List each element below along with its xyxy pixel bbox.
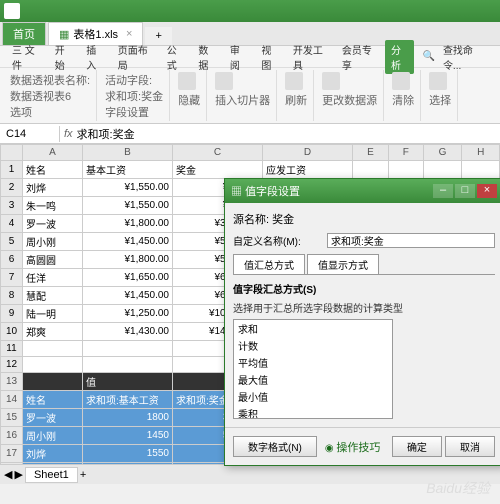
maximize-icon[interactable]: □ bbox=[455, 184, 475, 198]
watermark: Baidu经验 bbox=[426, 478, 490, 498]
ribbon-group-clear[interactable]: 清除 bbox=[386, 70, 421, 121]
ribbon-start[interactable]: 开始 bbox=[49, 40, 79, 74]
section-label: 值字段汇总方式(S) bbox=[233, 281, 495, 296]
ribbon-layout[interactable]: 页面布局 bbox=[112, 40, 159, 74]
formula-bar: C14 fx 求和项:奖金 bbox=[0, 124, 500, 144]
ribbon-group-pivotname: 数据透视表名称: 数据透视表6 选项 bbox=[4, 70, 97, 121]
sheet-add[interactable]: + bbox=[80, 469, 86, 481]
sheet-nav[interactable]: ▶ bbox=[14, 468, 22, 481]
sheet-tabs: ◀ ▶ Sheet1 + bbox=[0, 464, 500, 484]
source-name-label: 源名称: 奖金 bbox=[233, 211, 294, 227]
ribbon-group-datasource[interactable]: 更改数据源 bbox=[316, 70, 384, 121]
column-headers: ABCDEFGH bbox=[1, 145, 500, 161]
cancel-button[interactable]: 取消 bbox=[445, 436, 495, 457]
ribbon-file[interactable]: 三 文件 bbox=[6, 40, 47, 74]
ribbon-group-refresh[interactable]: 刷新 bbox=[279, 70, 314, 121]
app-logo bbox=[4, 3, 20, 19]
ribbon-group-hide[interactable]: 隐藏 bbox=[172, 70, 207, 121]
dialog-titlebar[interactable]: ▦ 值字段设置 – □ × bbox=[225, 179, 500, 203]
value-field-settings-dialog: ▦ 值字段设置 – □ × 源名称: 奖金 自定义名称(M): 值汇总方式 值显… bbox=[224, 178, 500, 466]
fx-icon[interactable]: fx bbox=[64, 128, 73, 140]
custom-name-label: 自定义名称(M): bbox=[233, 233, 323, 248]
name-box[interactable]: C14 bbox=[0, 126, 60, 142]
ribbon-group-activefield: 活动字段: 求和项:奖金 字段设置 bbox=[99, 70, 170, 121]
ribbon-dev[interactable]: 开发工具 bbox=[287, 40, 334, 74]
list-item[interactable]: 计数 bbox=[234, 337, 392, 354]
list-item[interactable]: 平均值 bbox=[234, 354, 392, 371]
ribbon-toolbar: 数据透视表名称: 数据透视表6 选项 活动字段: 求和项:奖金 字段设置 隐藏 … bbox=[0, 68, 500, 124]
sheet-tab[interactable]: Sheet1 bbox=[25, 467, 78, 483]
list-item[interactable]: 最小值 bbox=[234, 388, 392, 405]
ribbon-view[interactable]: 视图 bbox=[255, 40, 285, 74]
minimize-icon[interactable]: – bbox=[433, 184, 453, 198]
list-item[interactable]: 求和 bbox=[234, 320, 392, 337]
hint-text: 选择用于汇总所选字段数据的计算类型 bbox=[233, 300, 495, 315]
sheet-nav[interactable]: ◀ bbox=[4, 468, 12, 481]
window-titlebar bbox=[0, 0, 500, 22]
ribbon-group-slicer[interactable]: 插入切片器 bbox=[209, 70, 277, 121]
ribbon-formula[interactable]: 公式 bbox=[161, 40, 191, 74]
close-icon[interactable]: × bbox=[477, 184, 497, 198]
field-settings-button[interactable]: 字段设置 bbox=[105, 104, 163, 120]
close-icon[interactable]: × bbox=[126, 28, 132, 40]
ribbon-data[interactable]: 数据 bbox=[192, 40, 222, 74]
custom-name-input[interactable] bbox=[327, 233, 495, 248]
ribbon-tabs: 三 文件 开始 插入 页面布局 公式 数据 审阅 视图 开发工具 会员专享 分析… bbox=[0, 46, 500, 68]
ribbon-group-select[interactable]: 选择 bbox=[423, 70, 458, 121]
list-item[interactable]: 最大值 bbox=[234, 371, 392, 388]
ribbon-review[interactable]: 审阅 bbox=[224, 40, 254, 74]
formula-input[interactable]: 求和项:奖金 bbox=[77, 126, 135, 142]
tips-link[interactable]: ◉ 操作技巧 bbox=[325, 439, 381, 455]
calc-type-list[interactable]: 求和 计数 平均值 最大值 最小值 乘积 bbox=[233, 319, 393, 419]
tab-display-method[interactable]: 值显示方式 bbox=[307, 254, 379, 274]
dialog-icon: ▦ bbox=[231, 186, 242, 198]
ribbon-insert[interactable]: 插入 bbox=[80, 40, 110, 74]
ribbon-member[interactable]: 会员专享 bbox=[336, 40, 383, 74]
options-button[interactable]: 选项 bbox=[10, 104, 90, 120]
tab-summary-method[interactable]: 值汇总方式 bbox=[233, 254, 305, 274]
number-format-button[interactable]: 数字格式(N) bbox=[233, 436, 317, 457]
list-item[interactable]: 乘积 bbox=[234, 405, 392, 419]
ok-button[interactable]: 确定 bbox=[392, 436, 442, 457]
ribbon-analyze[interactable]: 分析 bbox=[385, 40, 415, 74]
